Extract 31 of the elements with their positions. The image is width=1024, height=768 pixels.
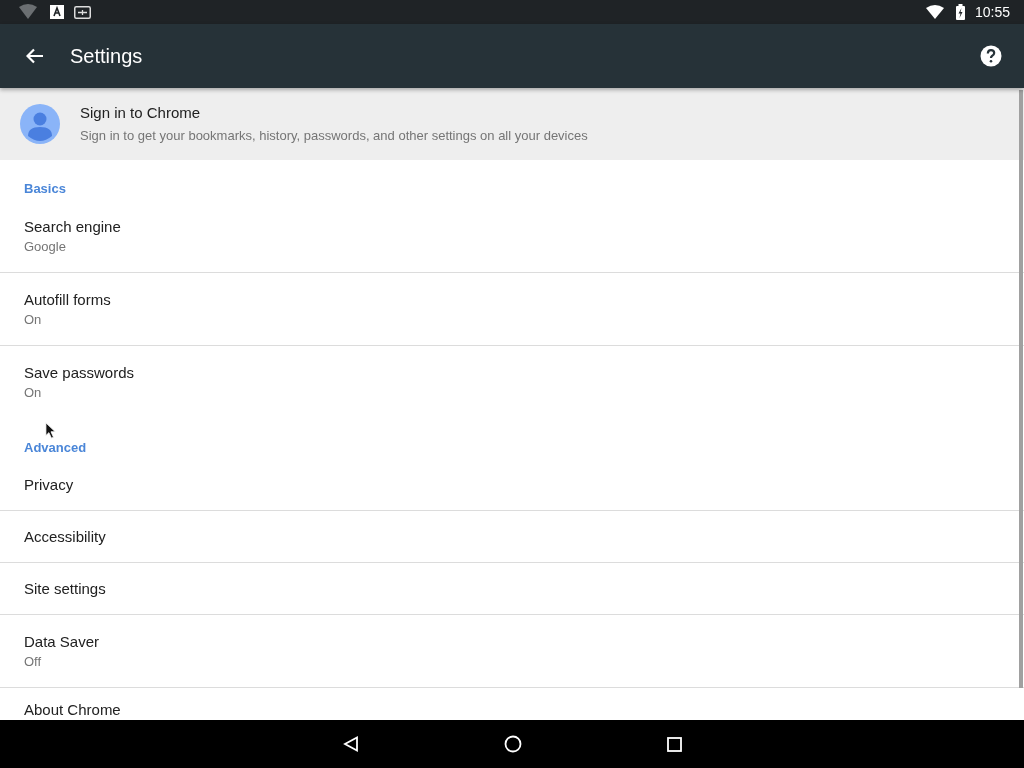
sign-in-title: Sign in to Chrome <box>80 103 202 123</box>
back-arrow-icon <box>26 48 44 64</box>
help-icon <box>980 45 1002 67</box>
section-header: Basics <box>24 181 66 196</box>
item-title: Site settings <box>24 578 107 599</box>
sign-in-summary: Sign in to get your bookmarks, history, passwords, and other settings on all your devices <box>80 127 588 145</box>
recents-icon[interactable] <box>666 736 682 752</box>
back-icon[interactable] <box>342 736 359 752</box>
keyboard-icon <box>74 5 91 19</box>
item-title: Accessibility <box>24 526 107 547</box>
settings-item[interactable]: Save passwords On <box>0 346 1024 419</box>
item-title: Privacy <box>24 474 75 495</box>
item-title: About Chrome <box>24 700 122 720</box>
item-summary: Google <box>24 237 67 256</box>
mouse-pointer-icon <box>45 422 57 439</box>
item-title: Save passwords <box>24 363 136 383</box>
item-title: Autofill forms <box>24 289 112 310</box>
toolbar-title: Settings <box>70 44 144 68</box>
font-icon <box>50 5 64 19</box>
item-title: Search engine <box>24 216 122 237</box>
sign-in-row[interactable]: Sign in to Chrome Sign in to get your bookmarks, history, passwords, and other settings on all your devices <box>0 88 1024 160</box>
home-icon[interactable] <box>503 735 522 753</box>
item-summary: Off <box>24 652 43 671</box>
section-header: Advanced <box>24 440 87 455</box>
item-summary: On <box>24 384 43 402</box>
item-summary: On <box>24 310 43 329</box>
clock-time: 10:55 <box>974 4 1010 20</box>
avatar-icon <box>20 104 60 144</box>
item-title: Data Saver <box>24 631 101 652</box>
scrollbar[interactable] <box>1019 90 1023 688</box>
battery-charging-icon <box>955 4 965 20</box>
